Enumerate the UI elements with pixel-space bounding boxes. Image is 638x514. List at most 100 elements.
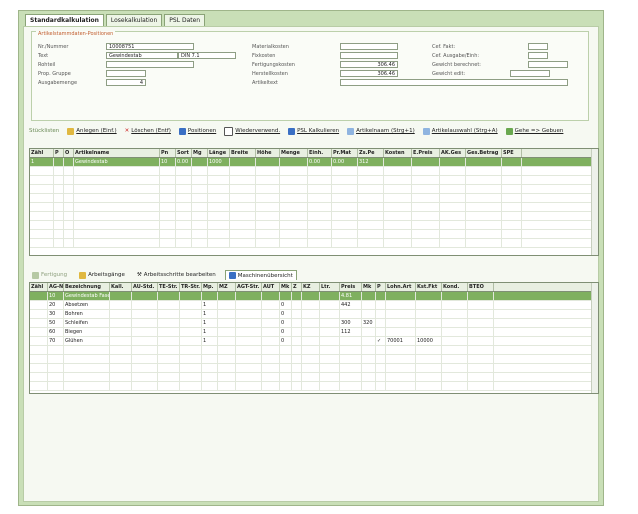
table-cell[interactable]	[30, 319, 48, 327]
table-cell[interactable]	[442, 364, 468, 372]
table-cell[interactable]	[466, 203, 502, 211]
table-cell[interactable]: 1	[202, 310, 218, 318]
table-cell[interactable]	[466, 239, 502, 247]
table-cell[interactable]	[218, 364, 236, 372]
table-cell[interactable]: 10	[160, 158, 176, 166]
table-cell[interactable]	[132, 301, 158, 309]
table-cell[interactable]	[502, 212, 522, 220]
table-cell[interactable]	[230, 203, 256, 211]
table-cell[interactable]	[262, 337, 280, 345]
table-cell[interactable]	[110, 355, 132, 363]
table-cell[interactable]	[236, 364, 262, 372]
kalkulieren-button[interactable]: PSL Kalkulieren	[288, 127, 339, 135]
table-cell[interactable]	[308, 203, 332, 211]
table-cell[interactable]	[384, 212, 412, 220]
table-cell[interactable]	[362, 346, 376, 354]
table-cell[interactable]	[64, 364, 110, 372]
table-cell[interactable]	[302, 364, 320, 372]
column-header[interactable]: Artikelname	[74, 149, 160, 157]
table-cell[interactable]	[340, 364, 362, 372]
table-cell[interactable]	[332, 185, 358, 193]
table-cell[interactable]	[376, 292, 386, 300]
table-cell[interactable]	[192, 212, 208, 220]
table-cell[interactable]	[262, 292, 280, 300]
table-cell[interactable]	[386, 292, 416, 300]
column-header[interactable]: Zs.Pe	[358, 149, 384, 157]
table-cell[interactable]	[230, 185, 256, 193]
table-cell[interactable]	[30, 230, 54, 238]
table-cell[interactable]	[236, 310, 262, 318]
column-header[interactable]: O	[64, 149, 74, 157]
table-cell[interactable]	[362, 355, 376, 363]
table-cell[interactable]	[412, 221, 440, 229]
column-header[interactable]: Ges.Betrag	[466, 149, 502, 157]
table-cell[interactable]	[192, 167, 208, 175]
table-cell[interactable]	[132, 310, 158, 318]
table-cell[interactable]	[30, 328, 48, 336]
table-cell[interactable]	[236, 319, 262, 327]
herstellkosten-field[interactable]: 306.46	[340, 70, 398, 77]
table-cell[interactable]	[440, 221, 466, 229]
table-cell[interactable]: Gewindestab	[74, 158, 160, 166]
table-row[interactable]	[30, 176, 598, 185]
table-cell[interactable]	[132, 373, 158, 381]
column-header[interactable]: Kst.Fkt	[416, 283, 442, 291]
table-cell[interactable]	[302, 292, 320, 300]
table-cell[interactable]	[416, 328, 442, 336]
column-header[interactable]: P	[54, 149, 64, 157]
table-cell[interactable]	[218, 319, 236, 327]
cef-ausgabe-field[interactable]	[528, 52, 548, 59]
table-cell[interactable]	[280, 292, 292, 300]
table-cell[interactable]	[466, 194, 502, 202]
table-cell[interactable]	[320, 319, 340, 327]
ausgabemenge-field[interactable]: 4	[106, 79, 146, 86]
table-cell[interactable]	[230, 239, 256, 247]
table-cell[interactable]	[192, 176, 208, 184]
table-cell[interactable]	[280, 167, 308, 175]
table-cell[interactable]	[384, 239, 412, 247]
table-cell[interactable]	[292, 337, 302, 345]
table-cell[interactable]	[176, 230, 192, 238]
table-cell[interactable]	[292, 364, 302, 372]
table-cell[interactable]	[132, 319, 158, 327]
table-cell[interactable]	[64, 185, 74, 193]
table-cell[interactable]	[468, 373, 494, 381]
column-header[interactable]: Sort	[176, 149, 192, 157]
table-cell[interactable]	[132, 328, 158, 336]
table-cell[interactable]	[132, 337, 158, 345]
table-cell[interactable]	[256, 203, 280, 211]
vertical-scrollbar[interactable]	[591, 283, 598, 393]
column-header[interactable]: Menge	[280, 149, 308, 157]
table-cell[interactable]	[332, 230, 358, 238]
table-cell[interactable]	[74, 230, 160, 238]
table-row[interactable]	[30, 355, 598, 364]
table-cell[interactable]	[208, 212, 230, 220]
table-row[interactable]	[30, 239, 598, 248]
column-header[interactable]: AGT-Str.	[236, 283, 262, 291]
table-cell[interactable]	[376, 328, 386, 336]
table-cell[interactable]: 0.00	[332, 158, 358, 166]
table-cell[interactable]	[256, 212, 280, 220]
table-cell[interactable]	[468, 292, 494, 300]
table-cell[interactable]	[30, 310, 48, 318]
table-cell[interactable]	[262, 328, 280, 336]
table-cell[interactable]	[466, 230, 502, 238]
table-row[interactable]	[30, 382, 598, 391]
table-cell[interactable]	[176, 203, 192, 211]
table-cell[interactable]	[64, 346, 110, 354]
table-cell[interactable]	[64, 230, 74, 238]
table-cell[interactable]	[64, 355, 110, 363]
table-cell[interactable]: Biegen	[64, 328, 110, 336]
table-row[interactable]: 60 Biegen 1 0 112	[30, 328, 598, 337]
table-cell[interactable]	[362, 328, 376, 336]
table-cell[interactable]	[416, 355, 442, 363]
table-cell[interactable]	[468, 355, 494, 363]
table-cell[interactable]	[192, 203, 208, 211]
table-cell[interactable]	[160, 185, 176, 193]
table-cell[interactable]	[236, 328, 262, 336]
table-row[interactable]: 10 Gewindestab Fasen 4.81	[30, 292, 598, 301]
table-cell[interactable]	[468, 364, 494, 372]
positionen-button[interactable]: Positionen	[178, 127, 216, 135]
table-row[interactable]	[30, 185, 598, 194]
table-cell[interactable]	[466, 185, 502, 193]
